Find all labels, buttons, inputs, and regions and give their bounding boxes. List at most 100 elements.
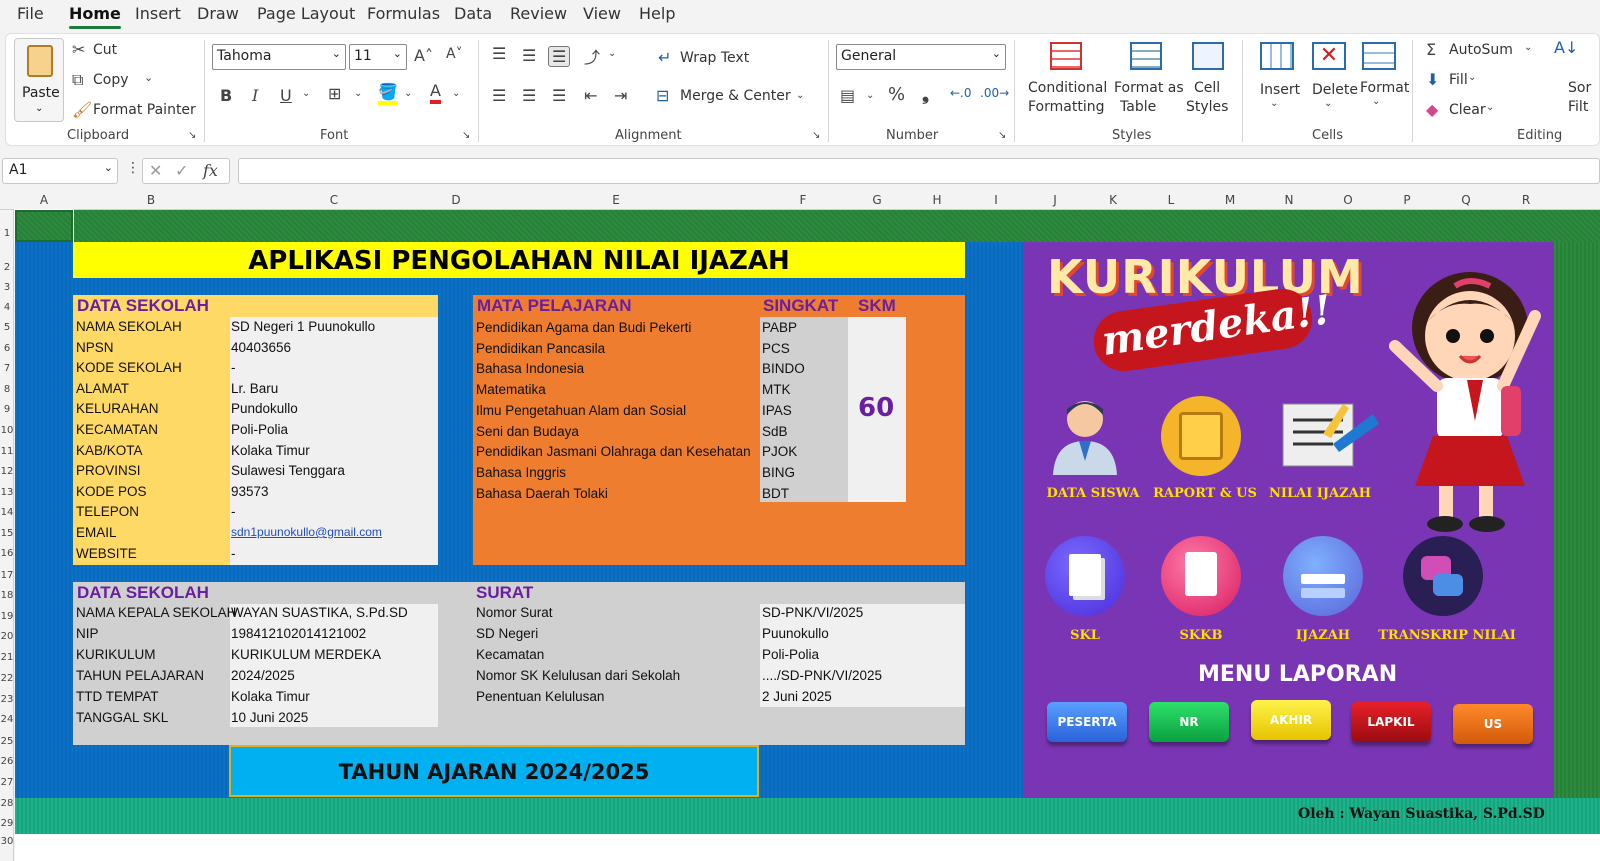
format-cells-button[interactable]: Format [1360,80,1409,96]
align-top-icon[interactable]: ☰ [492,44,506,63]
column-header[interactable]: Q [1436,193,1496,207]
row-header[interactable]: 13 [0,487,14,498]
school-field-value[interactable]: - [231,504,236,519]
align-bottom-icon[interactable]: ☰ [548,46,571,67]
font-name-select[interactable]: Tahoma ⌄ [212,44,346,70]
italic-button[interactable]: I [252,86,258,105]
column-header[interactable]: R [1496,193,1556,207]
conditional-formatting-label-2[interactable]: Formatting [1028,99,1104,115]
chevron-down-icon[interactable]: ⌄ [1468,72,1476,83]
tab-formulas[interactable]: Formulas [367,4,440,23]
certificate-icon[interactable] [1273,394,1383,474]
tab-insert[interactable]: Insert [135,4,181,23]
wrap-text-button[interactable]: Wrap Text [680,50,749,66]
row-header[interactable]: 4 [0,302,14,313]
email-link[interactable]: sdn1puunokullo@gmail.com [231,525,382,539]
row-header[interactable]: 14 [0,507,14,518]
school-field-value[interactable]: - [231,360,236,375]
skl-icon[interactable] [1045,536,1125,616]
insert-function-button[interactable]: fx [203,161,218,180]
number-format-select[interactable]: General ⌄ [836,44,1006,70]
subject-abbr[interactable]: PJOK [762,444,797,459]
row-header[interactable]: 24 [0,714,14,725]
row-header[interactable]: 29 [0,818,14,829]
formula-input[interactable] [238,158,1600,184]
column-header[interactable]: M [1200,193,1260,207]
comma-icon[interactable]: ❟ [922,84,929,105]
skl-label[interactable]: SKL [1045,628,1125,643]
tab-draw[interactable]: Draw [197,4,239,23]
tab-data[interactable]: Data [454,4,492,23]
subject-name[interactable]: Ilmu Pengetahuan Alam dan Sosial [476,403,686,418]
align-left-icon[interactable]: ☰ [492,86,506,105]
principal-field-value[interactable]: WAYAN SUASTIKA, S.Pd.SD [231,605,408,620]
orientation-icon[interactable]: ⤴ [584,44,600,68]
subject-name[interactable]: Pendidikan Agama dan Budi Pekerti [476,320,691,335]
percent-icon[interactable]: % [888,84,905,105]
ijazah-label[interactable]: IJAZAH [1273,628,1373,643]
letter-field-value[interactable]: Poli-Polia [762,647,819,662]
increase-decimal-icon[interactable]: ←.0 [950,86,972,100]
autosum-button[interactable]: AutoSum [1449,42,1513,58]
row-header[interactable]: 2 [0,262,14,273]
cell-styles-label-2[interactable]: Styles [1186,99,1228,115]
cut-button[interactable]: Cut [93,42,117,58]
skkb-icon[interactable] [1161,536,1241,616]
column-header[interactable]: E [472,193,760,207]
row-header[interactable]: 6 [0,343,14,354]
subject-name[interactable]: Pendidikan Pancasila [476,341,605,356]
subject-name[interactable]: Bahasa Daerah Tolaki [476,486,608,501]
chevron-down-icon[interactable]: ⌄ [1270,98,1278,109]
chevron-down-icon[interactable]: ⌄ [144,71,153,84]
column-header[interactable]: L [1142,193,1200,207]
name-box[interactable]: A1 ⌄ [2,158,118,184]
principal-field-value[interactable]: 198412102014121002 [231,626,366,641]
school-field-value[interactable]: 40403656 [231,340,291,355]
column-header[interactable]: A [14,193,74,207]
column-header[interactable]: B [74,193,228,207]
school-field-value[interactable]: 93573 [231,484,269,499]
chevron-down-icon[interactable]: ⌄ [404,88,412,99]
dialog-launcher-icon[interactable]: ↘ [188,130,196,141]
subject-abbr[interactable]: MTK [762,382,791,397]
font-color-icon[interactable]: A [430,82,441,104]
row-header[interactable]: 23 [0,694,14,705]
format-as-table-label-2[interactable]: Table [1120,99,1156,115]
subject-name[interactable]: Matematika [476,382,546,397]
column-header[interactable]: J [1026,193,1084,207]
dialog-launcher-icon[interactable]: ↘ [812,130,820,141]
row-header[interactable]: 10 [0,425,14,436]
subject-name[interactable]: Bahasa Inggris [476,465,566,480]
increase-indent-icon[interactable]: ⇥ [614,86,627,105]
decrease-decimal-icon[interactable]: .00→ [980,86,1009,100]
row-header[interactable]: 12 [0,466,14,477]
column-header[interactable]: P [1378,193,1436,207]
chevron-down-icon[interactable]: ⌄ [608,48,616,59]
school-field-value[interactable]: Kolaka Timur [231,443,310,458]
more-options-icon[interactable]: ⋮ [126,160,140,176]
us-button[interactable]: US [1453,704,1533,744]
column-header[interactable]: K [1084,193,1142,207]
cell-styles-label-1[interactable]: Cell [1194,80,1220,96]
underline-button[interactable]: U [280,86,292,105]
letter-field-value[interactable]: 2 Juni 2025 [762,689,832,704]
chevron-down-icon[interactable]: ⌄ [354,88,362,99]
column-header[interactable]: G [846,193,908,207]
column-header[interactable]: H [908,193,966,207]
transkrip-label[interactable]: TRANSKRIP NILAI [1377,628,1517,643]
row-header[interactable]: 30 [0,836,14,847]
akhir-button[interactable]: AKHIR [1251,700,1331,740]
row-header[interactable]: 9 [0,404,14,415]
chevron-down-icon[interactable]: ⌄ [1524,42,1532,53]
letter-field-value[interactable]: Puunokullo [762,626,829,641]
row-header[interactable]: 27 [0,777,14,788]
row-header[interactable]: 21 [0,652,14,663]
row-header[interactable]: 26 [0,756,14,767]
merge-center-button[interactable]: Merge & Center [680,88,791,104]
letter-field-value[interactable]: SD-PNK/VI/2025 [762,605,863,620]
chevron-down-icon[interactable]: ⌄ [302,88,310,99]
column-header[interactable]: F [760,193,846,207]
row-header[interactable]: 25 [0,736,14,747]
row-header[interactable]: 5 [0,322,14,333]
row-header[interactable]: 28 [0,798,14,809]
